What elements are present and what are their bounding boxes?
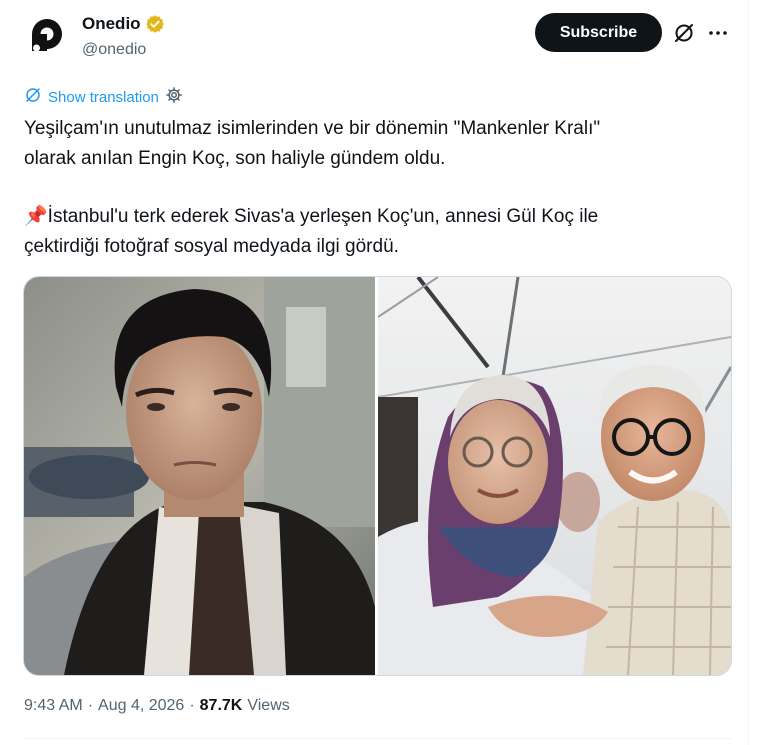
views-label: Views <box>247 697 290 714</box>
tweet-text-segment: İstanbul'u terk ederek Sivas'a yerleşen … <box>47 206 599 227</box>
divider <box>24 738 731 739</box>
onedio-logo-icon <box>32 19 62 52</box>
grok-icon[interactable] <box>672 21 696 45</box>
tweet-text-line: 📌İstanbul'u terk ederek Sivas'a yerleşen… <box>24 202 724 232</box>
pin-emoji: 📌 <box>24 206 48 227</box>
more-dots-icon[interactable] <box>706 21 730 45</box>
translate-icon <box>24 86 42 108</box>
meta-separator: · <box>189 697 195 714</box>
show-translation-link[interactable]: Show translation <box>48 89 159 106</box>
gear-icon[interactable] <box>165 86 183 108</box>
meta-separator: · <box>87 697 94 714</box>
subscribe-button[interactable]: Subscribe <box>535 13 662 52</box>
elderly-mother-and-son-selfie-photo[interactable] <box>378 277 731 675</box>
views-count: 87.7K <box>199 697 243 714</box>
author-avatar[interactable] <box>24 13 70 59</box>
column-divider <box>748 0 749 745</box>
young-man-portrait-photo[interactable] <box>24 277 375 675</box>
show-translation-row[interactable]: Show translation <box>24 86 183 108</box>
tweet-text-line: Yeşilçam'ın unutulmaz isimlerinden ve bi… <box>24 118 601 139</box>
verified-badge-icon[interactable] <box>145 14 165 34</box>
author-name-row: Onedio <box>82 14 165 34</box>
tweet-meta: 9:43 AM · Aug 4, 2026 · 87.7K Views <box>24 697 290 715</box>
tweet-text-line: çektirdiği fotoğraf sosyal medyada ilgi … <box>24 236 399 257</box>
tweet-text: Yeşilçam'ın unutulmaz isimlerinden ve bi… <box>24 114 724 262</box>
author-handle[interactable]: @onedio <box>82 41 146 59</box>
tweet-date[interactable]: Aug 4, 2026 <box>98 697 184 715</box>
author-display-name[interactable]: Onedio <box>82 14 141 34</box>
media-grid <box>23 276 732 676</box>
tweet-card: Onedio @onedio Subscribe Show translatio… <box>0 0 757 745</box>
tweet-text-line: olarak anılan Engin Koç, son haliyle gün… <box>24 148 446 169</box>
tweet-time[interactable]: 9:43 AM <box>24 697 83 715</box>
